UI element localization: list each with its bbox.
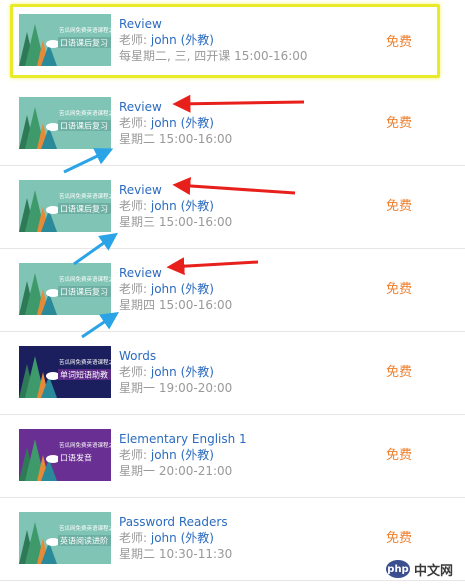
svg-text:口语课后复习: 口语课后复习: [60, 204, 108, 214]
course-item-2[interactable]: 苦瓜网免费英语课程之 口语课后复习 Review 老师: john (外教) 星期…: [0, 83, 465, 166]
teacher-label: 老师:: [119, 199, 148, 213]
teacher-label: 老师:: [119, 365, 148, 379]
thumbnail-art: 苦瓜网免费英语课程之英语阅读进阶: [19, 512, 111, 564]
svg-text:单词短语助教: 单词短语助教: [60, 370, 108, 380]
course-title[interactable]: Elementary English 1: [119, 431, 247, 447]
teacher-name: john (外教): [150, 199, 214, 213]
price-label: 免费: [386, 116, 413, 131]
course-title[interactable]: Review: [119, 182, 232, 198]
svg-text:苦瓜网免费英语课程之: 苦瓜网免费英语课程之: [59, 441, 111, 449]
price-label: 免费: [386, 282, 413, 297]
price-label: 免费: [386, 531, 413, 546]
course-thumbnail[interactable]: 苦瓜网免费英语课程之 口语课后复习: [19, 263, 111, 315]
price-label: 免费: [386, 199, 413, 214]
course-schedule: 每星期二, 三, 四开课 15:00-16:00: [119, 49, 308, 63]
course-schedule: 星期二 10:30-11:30: [119, 547, 233, 561]
price-label: 免费: [386, 365, 413, 380]
course-thumbnail[interactable]: 苦瓜网免费英语课程之 单词短语助教: [19, 346, 111, 398]
svg-text:苦瓜网免费英语课程之: 苦瓜网免费英语课程之: [59, 358, 111, 366]
thumbnail-art: 苦瓜网免费英语课程之口语课后复习: [19, 97, 111, 149]
course-schedule: 星期一 20:00-21:00: [119, 464, 233, 478]
course-title[interactable]: Words: [119, 348, 232, 364]
thumbnail-art: 苦瓜网免费英语课程之单词短语助教: [19, 346, 111, 398]
course-item-3[interactable]: 苦瓜网免费英语课程之 口语课后复习 Review 老师: john (外教) 星期…: [0, 166, 465, 249]
course-thumbnail[interactable]: 苦瓜网免费英语课程之 口语课后复习: [19, 14, 111, 66]
teacher-label: 老师:: [119, 33, 148, 47]
course-title[interactable]: Review: [119, 265, 232, 281]
svg-text:口语课后复习: 口语课后复习: [60, 38, 108, 48]
price-label: 免费: [386, 35, 413, 50]
course-item-1[interactable]: 苦瓜网免费英语课程之 口语课后复习 Review 老师: john (外教) 每星…: [10, 4, 440, 78]
teacher-name: john (外教): [150, 531, 214, 545]
svg-text:苦瓜网免费英语课程之: 苦瓜网免费英语课程之: [59, 275, 111, 283]
course-item-5[interactable]: 苦瓜网免费英语课程之 单词短语助教 Words 老师: john (外教) 星期一…: [0, 332, 465, 415]
thumbnail-art: 苦瓜网免费英语课程之口语发音: [19, 429, 111, 481]
svg-text:苦瓜网免费英语课程之: 苦瓜网免费英语课程之: [59, 26, 111, 34]
watermark-text: 中文网: [414, 563, 454, 579]
thumbnail-art: 苦瓜网免费英语课程之口语课后复习: [19, 263, 111, 315]
teacher-label: 老师:: [119, 531, 148, 545]
course-thumbnail[interactable]: 苦瓜网免费英语课程之 口语课后复习: [19, 180, 111, 232]
php-logo-icon: php: [386, 560, 410, 578]
svg-text:口语发音: 口语发音: [60, 453, 92, 463]
teacher-label: 老师:: [119, 282, 148, 296]
teacher-label: 老师:: [119, 448, 148, 462]
course-title[interactable]: Review: [119, 16, 308, 32]
thumbnail-art: 苦瓜网免费英语课程之口语课后复习: [19, 14, 111, 66]
course-schedule: 星期四 15:00-16:00: [119, 298, 233, 312]
course-thumbnail[interactable]: 苦瓜网免费英语课程之 英语阅读进阶: [19, 512, 111, 564]
svg-text:苦瓜网免费英语课程之: 苦瓜网免费英语课程之: [59, 192, 111, 200]
svg-text:口语课后复习: 口语课后复习: [60, 287, 108, 297]
svg-text:口语课后复习: 口语课后复习: [60, 121, 108, 131]
teacher-label: 老师:: [119, 116, 148, 130]
teacher-name: john (外教): [150, 448, 214, 462]
svg-text:苦瓜网免费英语课程之: 苦瓜网免费英语课程之: [59, 109, 111, 117]
svg-text:英语阅读进阶: 英语阅读进阶: [60, 536, 108, 546]
teacher-name: john (外教): [150, 116, 214, 130]
course-title[interactable]: Password Readers: [119, 514, 232, 530]
course-item-6[interactable]: 苦瓜网免费英语课程之 口语发音 Elementary English 1 老师: …: [0, 415, 465, 498]
course-thumbnail[interactable]: 苦瓜网免费英语课程之 口语课后复习: [19, 97, 111, 149]
teacher-name: john (外教): [150, 365, 214, 379]
course-item-4[interactable]: 苦瓜网免费英语课程之 口语课后复习 Review 老师: john (外教) 星期…: [0, 249, 465, 332]
site-watermark: php 中文网: [386, 556, 460, 582]
teacher-name: john (外教): [150, 282, 214, 296]
svg-text:苦瓜网免费英语课程之: 苦瓜网免费英语课程之: [59, 524, 111, 532]
course-schedule: 星期二 15:00-16:00: [119, 132, 233, 146]
course-thumbnail[interactable]: 苦瓜网免费英语课程之 口语发音: [19, 429, 111, 481]
thumbnail-art: 苦瓜网免费英语课程之口语课后复习: [19, 180, 111, 232]
course-title[interactable]: Review: [119, 99, 232, 115]
teacher-name: john (外教): [150, 33, 214, 47]
price-label: 免费: [386, 448, 413, 463]
course-schedule: 星期一 19:00-20:00: [119, 381, 233, 395]
course-schedule: 星期三 15:00-16:00: [119, 215, 233, 229]
